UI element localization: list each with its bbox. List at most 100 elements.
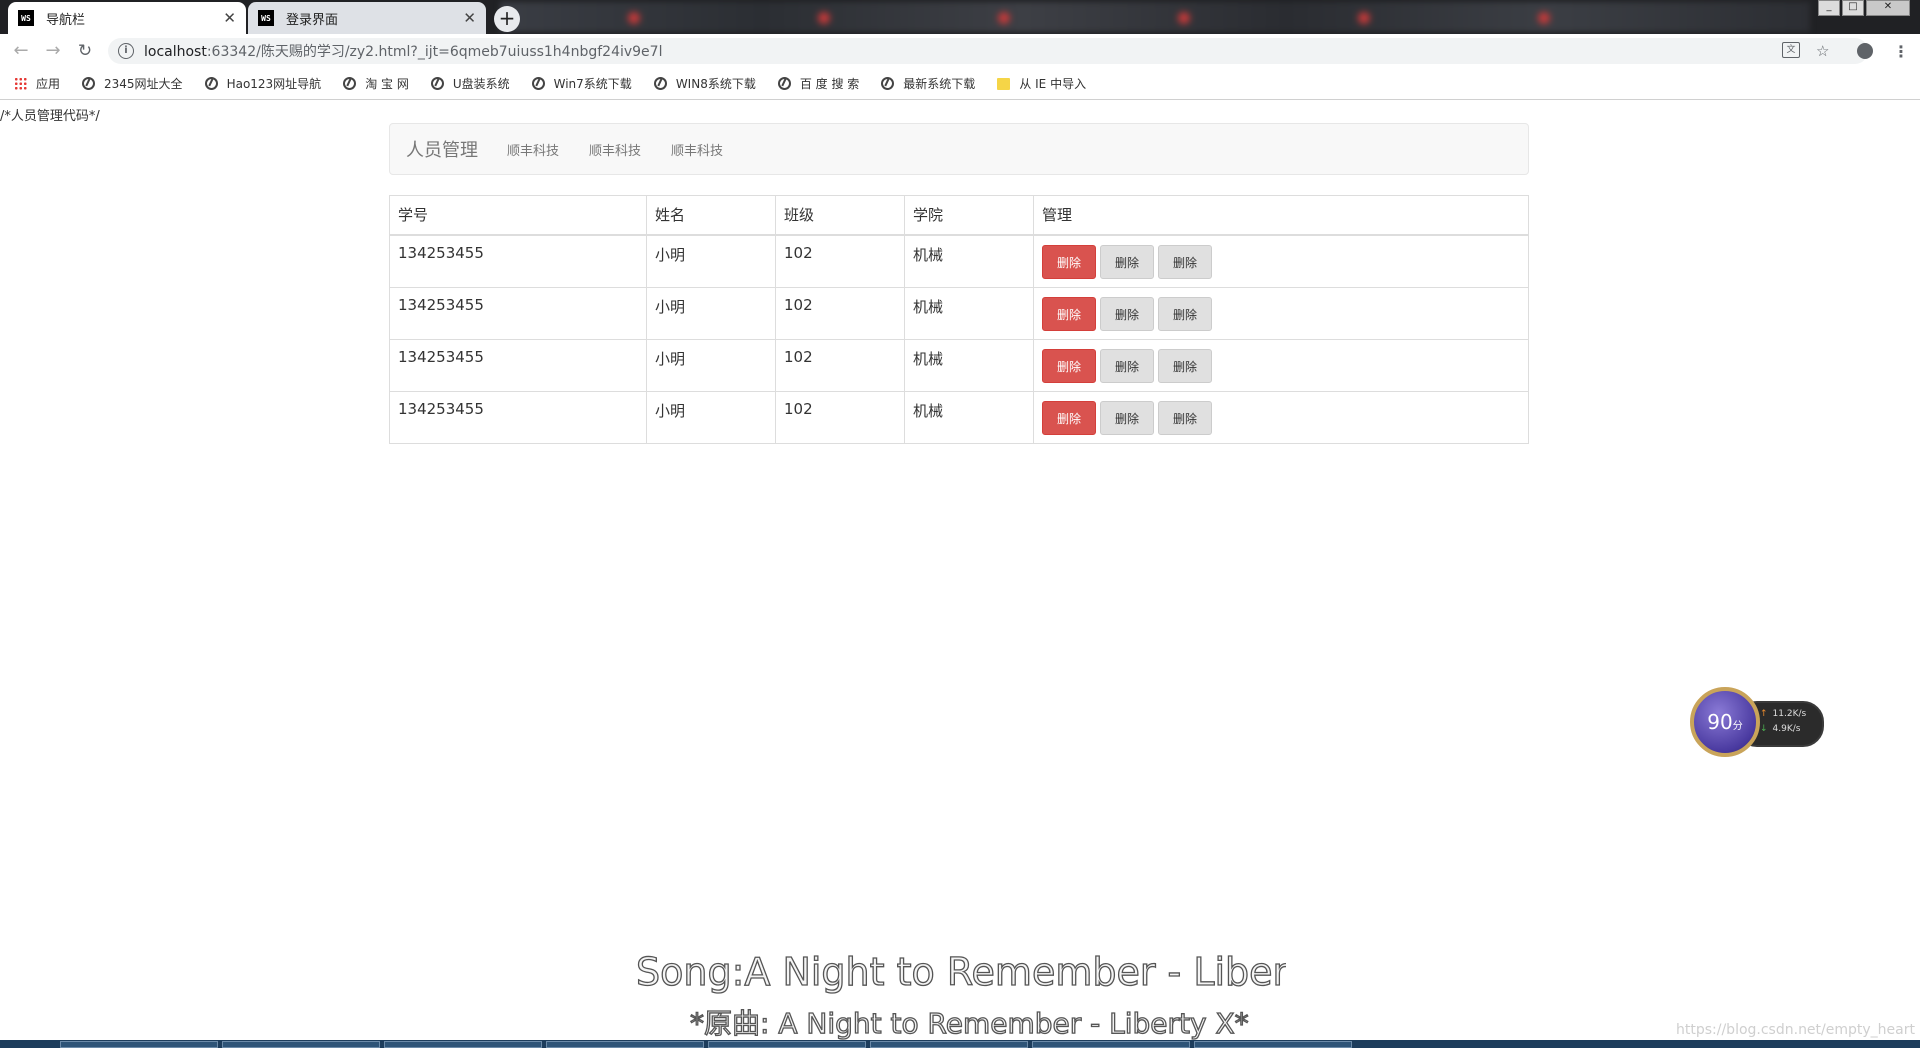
cell-class: 102 [775,390,905,444]
taskbar-button[interactable] [870,1041,1028,1048]
globe-icon [653,77,667,90]
bookmark-apps[interactable]: 应用 [14,75,60,92]
lyric-line-1: Song:A Night to Remember - Liberty X* [636,950,1286,994]
network-speed-widget[interactable]: 90分 ↑ 11.2K/s ↓ 4.9K/s [1690,687,1830,759]
cell-manage: 删除 删除 删除 [1033,338,1529,392]
delete-button[interactable]: 删除 [1100,244,1154,279]
table-row: 134253455 小明 102 机械 删除 删除 删除 [389,286,1529,340]
url-text: localhost:63342/陈天赐的学习/zy2.html?_ijt=6qm… [144,41,662,61]
apps-grid-icon [14,77,27,90]
blurred-tab-icon [628,12,640,24]
nav-link[interactable]: 顺丰科技 [507,140,559,159]
download-speed-value: 4.9K/s [1772,724,1801,734]
window-close-button[interactable]: ✕ [1866,0,1910,16]
page-comment-text: /*人员管理代码*/ [0,109,100,124]
lyric-line-2: *原曲: A Night to Remember - Liberty X* [689,1006,1249,1040]
bookmark-label: 从 IE 中导入 [1019,77,1087,91]
blurred-tab-icon [1178,12,1190,24]
delete-button[interactable]: 删除 [1158,296,1212,331]
header-class: 班级 [775,195,905,236]
delete-button[interactable]: 删除 [1100,400,1154,435]
student-table: 学号 姓名 班级 学院 管理 134253455 小明 102 机械 删除 删除删… [389,195,1529,444]
maximize-button[interactable]: □ [1842,0,1864,16]
navbar-brand[interactable]: 人员管理 [406,136,478,162]
cell-name: 小明 [646,234,776,288]
bookmark-label: 百 度 搜 索 [799,77,860,91]
info-icon[interactable]: i [118,43,134,59]
upload-arrow-icon: ↑ [1760,709,1768,719]
upload-speed: ↑ 11.2K/s [1760,709,1806,719]
watermark-text: https://blog.csdn.net/empty_heart [1676,1022,1915,1038]
windows-taskbar [0,1040,1920,1048]
taskbar-button[interactable] [222,1041,380,1048]
close-icon[interactable]: ✕ [463,9,476,27]
delete-button[interactable]: 删除 [1100,348,1154,383]
webstorm-icon: WS [258,10,274,26]
close-icon[interactable]: ✕ [223,9,236,27]
profile-icon[interactable] [1857,43,1873,59]
reload-button[interactable]: ↻ [74,40,96,62]
tab-navbar[interactable]: WS 导航栏 ✕ [8,2,246,34]
cell-class: 102 [775,338,905,392]
taskbar-button[interactable] [60,1041,218,1048]
translate-icon[interactable]: 文 [1782,42,1800,58]
bookmark-baidu[interactable]: 百 度 搜 索 [777,75,860,92]
taskbar-button[interactable] [708,1041,866,1048]
back-button[interactable]: ← [10,40,32,62]
globe-icon [531,77,545,90]
delete-button[interactable]: 删除 [1042,296,1096,331]
speed-score-orb[interactable]: 90分 [1690,687,1760,757]
taskbar-button[interactable] [384,1041,542,1048]
page-navbar: 人员管理 顺丰科技 顺丰科技 顺丰科技 [389,123,1529,175]
bookmark-label: 淘 宝 网 [365,77,409,91]
folder-icon [997,77,1011,90]
taskbar-button[interactable] [546,1041,704,1048]
delete-button[interactable]: 删除 [1042,348,1096,383]
menu-icon[interactable]: ⋮ [1893,42,1909,61]
bookmark-star-icon[interactable]: ☆ [1816,42,1829,60]
header-name: 姓名 [646,195,776,236]
speed-score: 90 [1707,710,1733,734]
bookmark-hao123[interactable]: Hao123网址导航 [204,75,321,92]
browser-toolbar: ← → ↻ i localhost:63342/陈天赐的学习/zy2.html?… [0,34,1920,68]
globe-icon [204,77,218,90]
cell-student-id: 134253455 [389,390,647,444]
taskbar-button[interactable] [1032,1041,1190,1048]
minimize-button[interactable]: _ [1818,0,1840,16]
cell-name: 小明 [646,390,776,444]
taskbar-button[interactable] [1194,1041,1352,1048]
nav-link[interactable]: 顺丰科技 [671,140,723,159]
cell-class: 102 [775,234,905,288]
delete-button[interactable]: 删除 [1158,400,1212,435]
cell-college: 机械 [904,338,1034,392]
cell-student-id: 134253455 [389,338,647,392]
delete-button[interactable]: 删除 [1042,244,1096,279]
delete-button[interactable]: 删除 [1158,244,1212,279]
bookmark-2345[interactable]: 2345网址大全 [82,75,183,92]
forward-button[interactable]: → [42,40,64,62]
nav-link[interactable]: 顺丰科技 [589,140,641,159]
bookmark-win7[interactable]: Win7系统下载 [531,75,632,92]
cell-manage: 删除 删除 删除 [1033,286,1529,340]
cell-student-id: 134253455 [389,234,647,288]
tab-login[interactable]: WS 登录界面 ✕ [248,2,486,34]
new-tab-button[interactable]: + [494,6,520,32]
bookmark-label: 应用 [36,77,61,91]
delete-button[interactable]: 删除 [1100,296,1154,331]
bookmark-import-ie[interactable]: 从 IE 中导入 [997,75,1086,92]
bookmark-taobao[interactable]: 淘 宝 网 [343,75,409,92]
bookmark-upan[interactable]: U盘装系统 [430,75,510,92]
download-speed: ↓ 4.9K/s [1760,724,1800,734]
globe-icon [777,77,791,90]
blurred-background-tabs [500,2,1810,32]
blurred-tab-icon [1538,12,1550,24]
delete-button[interactable]: 删除 [1042,400,1096,435]
bookmark-latest-system[interactable]: 最新系统下载 [881,75,975,92]
cell-manage: 删除 删除 删除 [1033,390,1529,444]
globe-icon [82,77,96,90]
address-bar[interactable]: i localhost:63342/陈天赐的学习/zy2.html?_ijt=6… [108,38,1868,64]
speed-score-unit: 分 [1732,721,1743,732]
delete-button[interactable]: 删除 [1158,348,1212,383]
bookmark-win8[interactable]: WIN8系统下载 [653,75,756,92]
cell-manage: 删除 删除 删除 [1033,234,1529,288]
